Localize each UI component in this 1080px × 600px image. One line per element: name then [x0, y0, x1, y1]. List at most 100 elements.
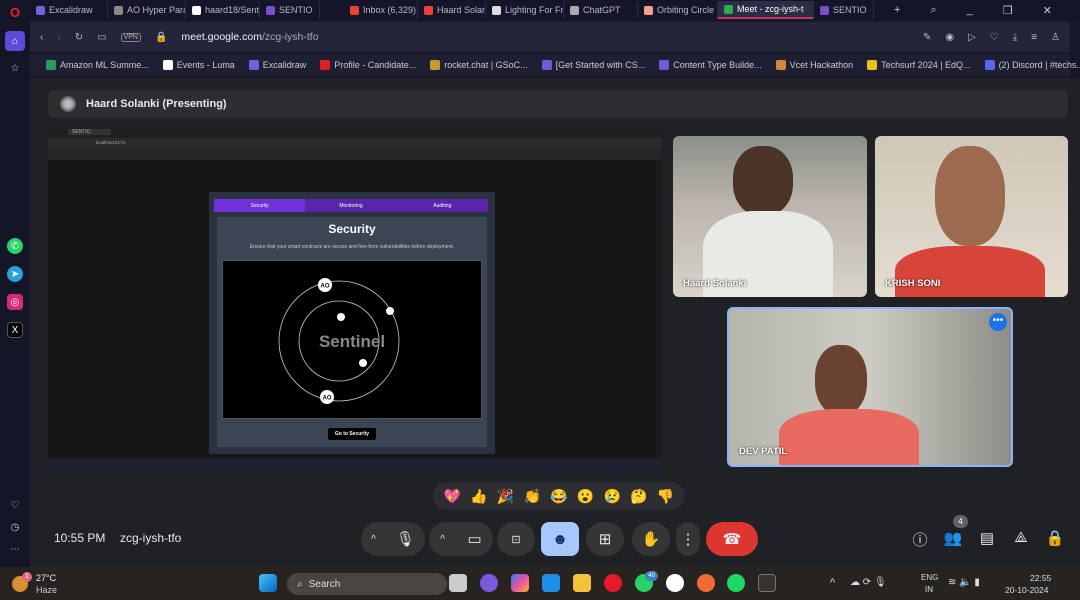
heart-icon[interactable]: ♡ — [7, 497, 23, 513]
vscode-icon[interactable] — [542, 574, 560, 592]
bookmark-item[interactable]: Techsurf 2024 | EdQ... — [867, 60, 971, 70]
settings-icon[interactable]: ≡ — [1031, 32, 1037, 43]
star-icon[interactable]: ☆ — [7, 60, 23, 76]
browser-tab[interactable]: Inbox (6,329) — [344, 1, 418, 19]
network-volume-battery-icons[interactable]: ≋ 🔈 ▮ — [948, 577, 980, 588]
spotify-icon[interactable] — [727, 574, 745, 592]
reaction-emoji[interactable]: 🤔 — [630, 488, 647, 505]
history-icon[interactable]: ◷ — [7, 519, 23, 535]
taskbar-search[interactable]: ⌕ Search — [287, 573, 447, 595]
bookmark-item[interactable]: [Get Started with CS... — [541, 60, 645, 70]
bookmark-item[interactable]: Events - Luma — [162, 60, 235, 70]
bookmark-item[interactable]: Excalidraw — [248, 60, 306, 70]
captions-button[interactable]: ⊡ — [497, 522, 535, 556]
heart-icon[interactable]: ♡ — [990, 32, 999, 43]
task-view-icon[interactable] — [449, 574, 467, 592]
clock-date[interactable]: 20-10-2024 — [1005, 585, 1048, 595]
browser-tab[interactable]: ChatGPT — [564, 1, 638, 19]
chat-icon[interactable]: ▤ — [977, 529, 997, 549]
sentio-tab-auditing[interactable]: Auditing — [397, 199, 488, 212]
camera-icon[interactable]: ▭ — [468, 530, 482, 548]
people-icon[interactable]: 👥 — [943, 529, 963, 549]
clock-time[interactable]: 22:55 — [1030, 573, 1051, 583]
participant-tile[interactable]: Haard Solanki — [673, 136, 867, 297]
reaction-emoji[interactable]: 🎉 — [497, 488, 514, 505]
opera-taskbar-icon[interactable] — [604, 574, 622, 592]
activities-icon[interactable]: ⟁ — [1011, 529, 1031, 549]
browser-tab[interactable]: SENTIO — [814, 1, 874, 19]
sentio-tab-monitoring[interactable]: Monitoring — [305, 199, 396, 212]
bookmark-item[interactable]: (2) Discord | #techs... — [984, 60, 1080, 70]
copilot-icon[interactable] — [511, 574, 529, 592]
tray-chevron-icon[interactable]: ^ — [830, 577, 835, 589]
tray-icons[interactable]: ☁ ⟳ 🎙 — [850, 577, 887, 588]
browser-tab[interactable]: AO Hyper Para — [108, 1, 186, 19]
reaction-emoji[interactable]: 👎 — [657, 488, 674, 505]
reaction-emoji[interactable]: 😂 — [550, 488, 567, 505]
camera-icon[interactable]: ▭ — [97, 32, 106, 43]
present-button[interactable]: ⊞ — [586, 522, 624, 556]
edit-icon[interactable]: ✎ — [923, 32, 931, 43]
teams-icon[interactable] — [480, 574, 498, 592]
back-icon[interactable]: ‹ — [40, 32, 43, 43]
browser-tab[interactable]: Haard Solanki — [418, 1, 486, 19]
language[interactable]: ENG — [921, 573, 938, 582]
snapshot-icon[interactable]: ◉ — [945, 32, 954, 43]
home-icon[interactable]: ⌂ — [5, 31, 25, 51]
close-icon[interactable]: ✕ — [1043, 4, 1052, 17]
instagram-icon[interactable]: ◎ — [7, 294, 23, 310]
minimize-icon[interactable]: _ — [967, 4, 973, 16]
mic-options-chevron-icon[interactable]: ^ — [371, 534, 376, 545]
reaction-emoji[interactable]: 💖 — [444, 488, 461, 505]
reaction-emoji[interactable]: 👏 — [524, 488, 541, 505]
region[interactable]: IN — [925, 585, 933, 594]
lock-icon[interactable]: 🔒 — [155, 32, 167, 43]
file-explorer-icon[interactable] — [573, 574, 591, 592]
host-controls-icon[interactable]: 🔒 — [1045, 529, 1065, 549]
more-options-icon[interactable]: ••• — [989, 313, 1007, 331]
camera-options-chevron-icon[interactable]: ^ — [440, 534, 445, 545]
browser-tab[interactable]: Lighting For Fr — [486, 1, 564, 19]
more-options-button[interactable]: ⋮ — [676, 522, 700, 556]
shared-screen[interactable]: SENTIO localhost:5173 Security Monitoring… — [48, 128, 662, 474]
go-to-security-button[interactable]: Go to Security — [328, 428, 376, 440]
bookmark-item[interactable]: Profile - Candidate... — [320, 60, 416, 70]
x-icon[interactable]: X — [7, 322, 23, 338]
raise-hand-button[interactable]: ✋ — [632, 522, 670, 556]
reactions-button[interactable]: ☻ — [541, 522, 579, 556]
weather-widget[interactable]: 1 — [12, 572, 32, 594]
participant-tile[interactable]: KRISH SONI — [875, 136, 1068, 297]
browser-tab[interactable]: Orbiting Circle — [638, 1, 718, 19]
participant-tile-active[interactable]: ••• DEV PATIL — [727, 307, 1013, 467]
reaction-emoji[interactable]: 👍 — [470, 488, 487, 505]
telegram-icon[interactable]: ➤ — [7, 266, 23, 282]
forward-icon[interactable]: › — [57, 32, 60, 43]
profile-icon[interactable]: ♙ — [1051, 32, 1060, 43]
terminal-icon[interactable] — [758, 574, 776, 592]
sentio-tab-security[interactable]: Security — [214, 199, 306, 212]
send-icon[interactable]: ▷ — [968, 32, 976, 43]
mic-icon[interactable]: 🎙 — [396, 530, 415, 548]
app-icon[interactable] — [666, 574, 684, 592]
vpn-badge[interactable]: VPN — [120, 32, 141, 42]
meeting-info-icon[interactable]: ⓘ — [910, 529, 930, 549]
reload-icon[interactable]: ↻ — [75, 32, 83, 43]
more-icon[interactable]: ⋯ — [7, 541, 23, 557]
reaction-emoji[interactable]: 😢 — [604, 488, 621, 505]
browser-tab[interactable]: SENTIO — [260, 1, 320, 19]
opera-logo-icon[interactable]: O — [7, 4, 23, 20]
leave-call-button[interactable]: ☎ — [706, 522, 758, 556]
search-icon[interactable]: ⌕ — [930, 4, 936, 17]
browser-tab[interactable]: haard18/Sentir — [186, 1, 260, 19]
bookmark-item[interactable]: Vcet Hackathon — [775, 60, 853, 70]
download-icon[interactable]: ⤓ — [1013, 32, 1017, 43]
browser-tab[interactable]: Meet - zcg-iysh-t — [718, 1, 814, 19]
reaction-emoji[interactable]: 😮 — [577, 488, 594, 505]
postman-icon[interactable] — [697, 574, 715, 592]
browser-tab[interactable]: Excalidraw — [30, 1, 108, 19]
new-tab-icon[interactable]: + — [894, 4, 900, 16]
windows-start-icon[interactable] — [259, 574, 277, 592]
bookmark-item[interactable]: rocket.chat | GSoC... — [430, 60, 528, 70]
whatsapp-icon[interactable]: ✆ — [7, 238, 23, 254]
url-input[interactable]: meet.google.com/zcg-iysh-tfo — [181, 31, 318, 43]
